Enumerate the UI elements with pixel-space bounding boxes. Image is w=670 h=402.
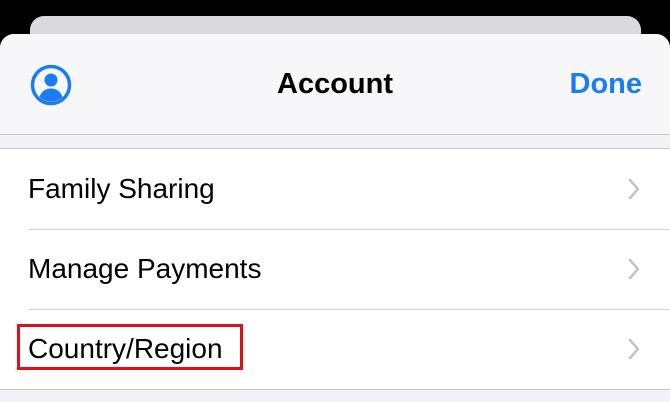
done-button[interactable]: Done [570, 64, 643, 104]
account-sheet: Account Done Family Sharing Manage Payme… [0, 34, 670, 402]
menu-item-country-region[interactable]: Country/Region [0, 309, 670, 389]
menu-item-manage-payments[interactable]: Manage Payments [0, 229, 670, 309]
navigation-bar: Account Done [0, 34, 670, 135]
chevron-right-icon [628, 337, 640, 361]
chevron-right-icon [628, 177, 640, 201]
menu-item-label: Family Sharing [28, 173, 215, 204]
highlight-annotation [17, 324, 243, 370]
menu-item-label: Manage Payments [28, 253, 262, 284]
menu-item-family-sharing[interactable]: Family Sharing [0, 149, 670, 229]
account-settings-list: Family Sharing Manage Payments Country/R… [0, 148, 670, 390]
chevron-right-icon [628, 257, 640, 281]
